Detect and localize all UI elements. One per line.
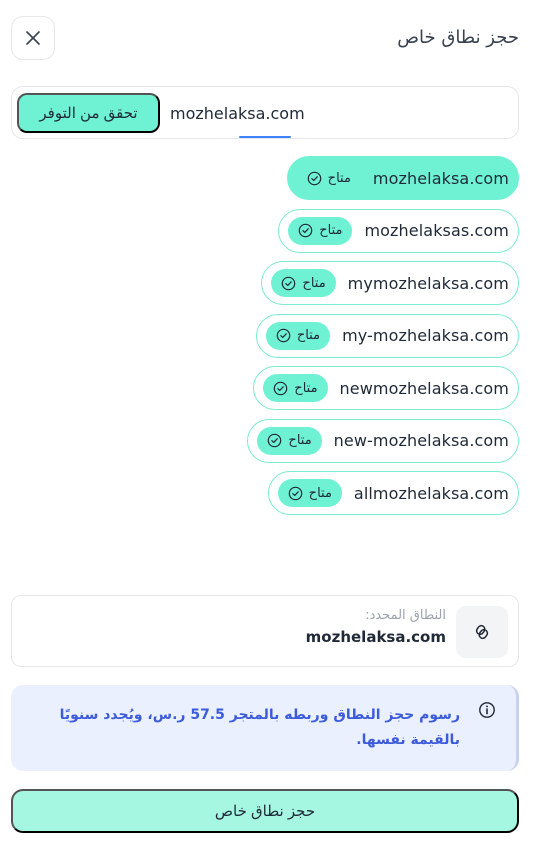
close-button[interactable] [11, 16, 55, 60]
info-icon [479, 702, 495, 718]
check-circle-icon [282, 276, 296, 290]
domain-option[interactable]: متاح my-mozhelaksa.com [255, 313, 519, 358]
availability-badge: متاح [288, 216, 353, 245]
availability-status: متاح [319, 223, 343, 238]
availability-status: متاح [294, 380, 318, 396]
domain-results-list: متاح mozhelaksa.com متاح mozhelaksas.com متا… [247, 156, 519, 515]
availability-badge: متاح [257, 426, 322, 455]
check-circle-icon [298, 223, 313, 238]
availability-badge: متاح [277, 479, 342, 507]
domain-option[interactable]: متاح newmozhelaksa.com [253, 366, 519, 410]
close-icon [26, 31, 40, 45]
check-circle-icon [288, 486, 302, 500]
domain-search-input[interactable] [170, 99, 508, 127]
availability-badge: متاح [265, 321, 331, 350]
domain-option[interactable]: متاح new-mozhelaksa.com [247, 418, 519, 463]
domain-search: تحقق من التوفر [11, 86, 519, 139]
link-icon [475, 624, 489, 640]
domain-name: my-mozhelaksa.com [342, 326, 509, 345]
domain-name: mymozhelaksa.com [347, 273, 509, 293]
check-circle-icon [274, 381, 288, 395]
availability-badge: متاح [263, 374, 328, 402]
selected-domain-value: mozhelaksa.com [305, 628, 446, 646]
check-circle-icon [307, 171, 321, 185]
reserve-domain-button[interactable]: حجز نطاق خاص [11, 789, 519, 833]
availability-badge: متاح [297, 164, 361, 192]
fee-info-text: رسوم حجز النطاق وربطه بالمتجر 57.5 ر.س، … [59, 707, 460, 748]
domain-name: new-mozhelaksa.com [333, 431, 509, 450]
domain-option[interactable]: متاح mymozhelaksa.com [261, 261, 519, 305]
selected-domain-label: النطاق المحدد: [365, 608, 446, 623]
availability-badge: متاح [271, 269, 336, 297]
domain-name: mozhelaksa.com [372, 168, 509, 188]
domain-name: mozhelaksas.com [364, 221, 509, 240]
availability-status: متاح [327, 170, 351, 186]
availability-status: متاح [302, 275, 326, 291]
check-availability-button[interactable]: تحقق من التوفر [17, 93, 160, 133]
input-caret-underline [239, 136, 291, 138]
availability-status: متاح [296, 328, 321, 343]
fee-info-box: رسوم حجز النطاق وربطه بالمتجر 57.5 ر.س، … [11, 685, 519, 771]
domain-option[interactable]: متاح mozhelaksas.com [278, 208, 519, 253]
domain-option[interactable]: متاح mozhelaksa.com [286, 156, 519, 200]
page-title: حجز نطاق خاص [397, 27, 519, 48]
header: حجز نطاق خاص [11, 16, 519, 60]
selected-domain-card: النطاق المحدد: mozhelaksa.com [11, 595, 519, 667]
check-circle-icon [268, 433, 282, 448]
link-icon-box [456, 606, 508, 658]
domain-name: newmozhelaksa.com [339, 378, 509, 398]
domain-option[interactable]: متاح allmozhelaksa.com [267, 471, 519, 515]
availability-status: متاح [308, 485, 332, 501]
domain-name: allmozhelaksa.com [353, 483, 509, 503]
availability-status: متاح [288, 433, 312, 448]
check-circle-icon [276, 328, 291, 343]
